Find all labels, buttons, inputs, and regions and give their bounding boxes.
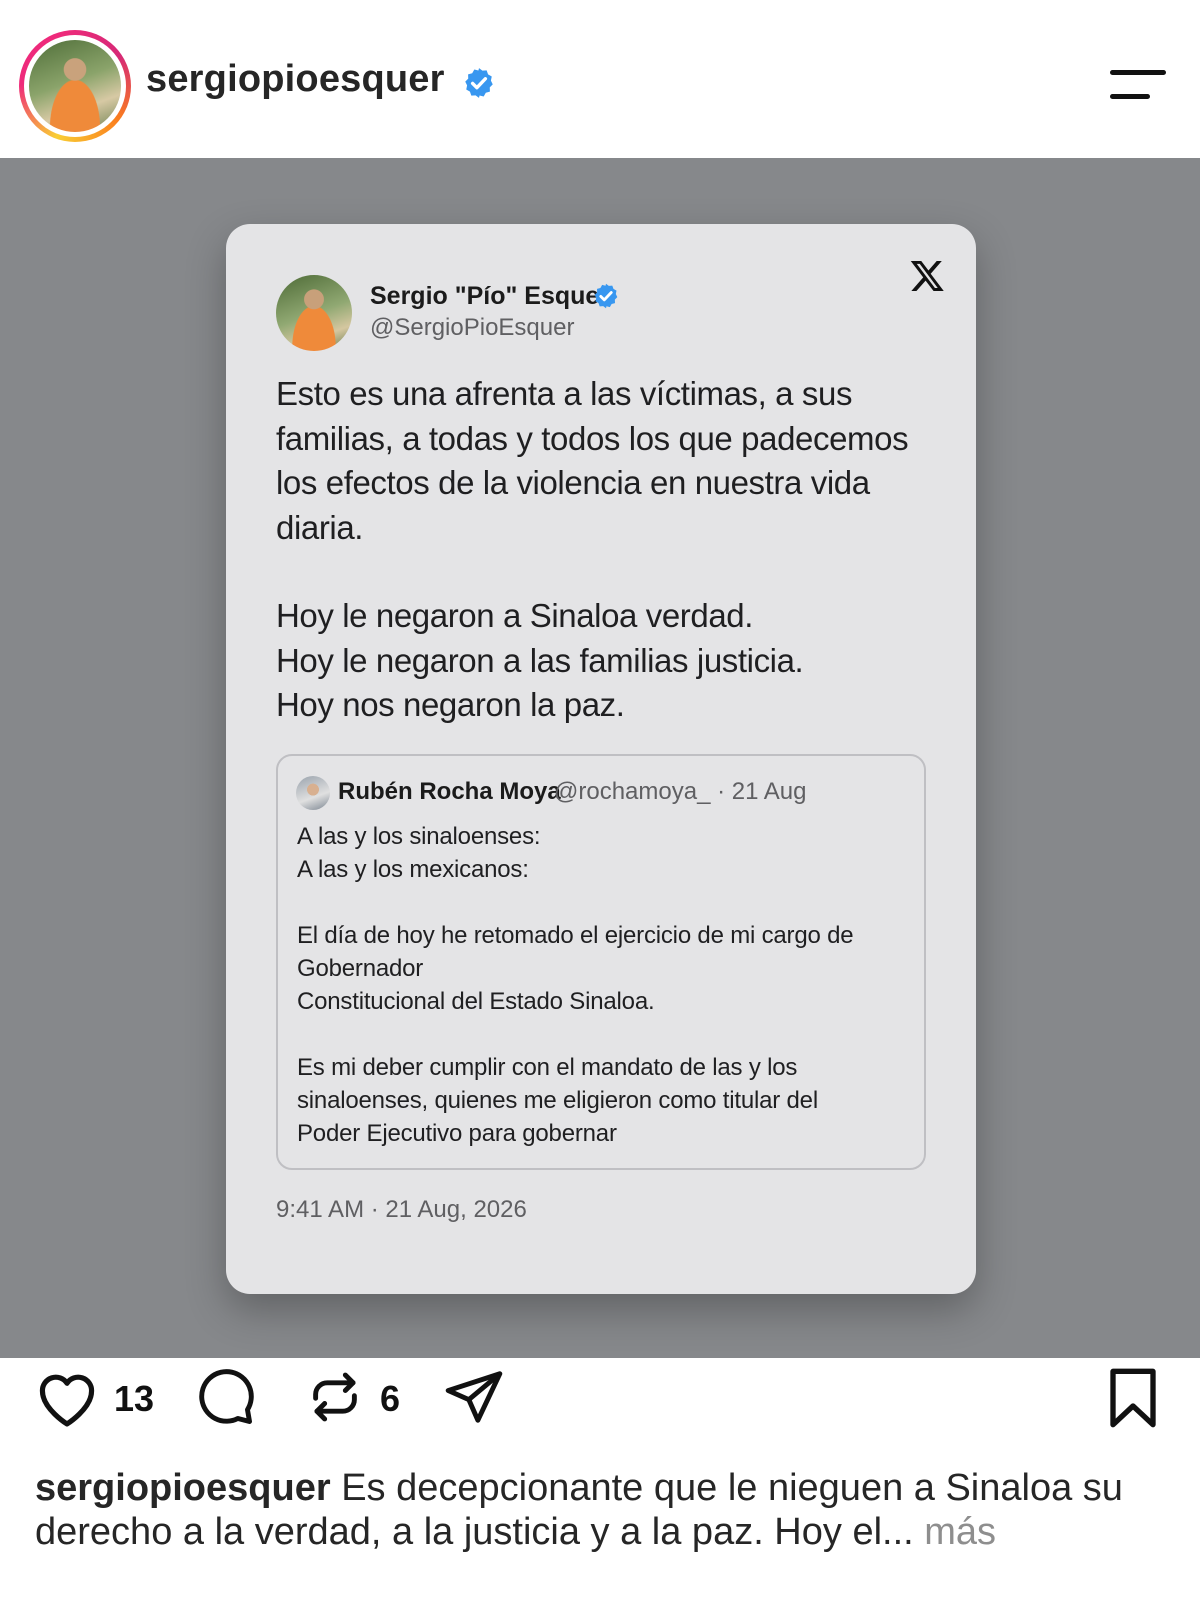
tweet-author-avatar	[276, 275, 352, 351]
tweet-line: Hoy nos negaron la paz.	[276, 686, 625, 723]
quote-line: Es mi deber cumplir con el mandato de la…	[297, 1054, 798, 1081]
heart-icon[interactable]	[34, 1368, 100, 1428]
send-icon[interactable]	[442, 1366, 506, 1428]
post-header: sergiopioesquer	[0, 0, 1200, 158]
quote-line: Poder Ejecutivo para gobernar	[297, 1120, 617, 1147]
avatar-photo	[29, 40, 121, 132]
post-image: Sergio "Pío" Esquer @SergioPioEsquer Est…	[0, 158, 1200, 1358]
quoted-author-avatar	[296, 776, 330, 810]
tweet-author-name: Sergio "Pío" Esquer	[370, 282, 610, 310]
quote-line: A las y los sinaloenses:	[297, 823, 541, 850]
quote-line: sinaloenses, quienes me eligieron como t…	[297, 1087, 818, 1114]
profile-avatar[interactable]	[19, 30, 131, 142]
post-caption: sergiopioesquer Es decepcionante que le …	[35, 1466, 1175, 1554]
tweet-paragraph: Esto es una afrenta a las víctimas, a su…	[276, 375, 909, 546]
verified-badge-icon	[465, 68, 493, 98]
x-logo-icon	[910, 261, 944, 291]
bookmark-icon[interactable]	[1104, 1366, 1162, 1430]
quote-line: Gobernador	[297, 955, 424, 982]
tweet-card: Sergio "Pío" Esquer @SergioPioEsquer Est…	[226, 224, 976, 1294]
tweet-verified-badge-icon	[594, 283, 618, 309]
repost-icon[interactable]	[304, 1366, 366, 1428]
quote-line: A las y los mexicanos:	[297, 856, 529, 883]
tweet-line: Hoy le negaron a Sinaloa verdad.	[276, 597, 754, 634]
comment-icon[interactable]	[194, 1366, 256, 1428]
quoted-author-name: Rubén Rocha Moya	[338, 778, 561, 805]
header-username[interactable]: sergiopioesquer	[146, 58, 445, 101]
like-count[interactable]: 13	[114, 1378, 154, 1420]
quoted-author-meta: @rochamoya_ · 21 Aug	[554, 778, 807, 805]
caption-more-link[interactable]: más	[924, 1511, 996, 1553]
quote-line: Constitucional del Estado Sinaloa.	[297, 988, 655, 1015]
tweet-line: Hoy le negaron a las familias justicia.	[276, 641, 804, 679]
tweet-author-handle: @SergioPioEsquer	[370, 314, 575, 341]
caption-username[interactable]: sergiopioesquer	[35, 1467, 331, 1509]
quoted-tweet-text: A las y los sinaloenses: A las y los mex…	[297, 820, 897, 1150]
tweet-timestamp: 9:41 AM · 21 Aug, 2026	[276, 1196, 527, 1223]
quoted-tweet: Rubén Rocha Moya @rochamoya_ · 21 Aug A …	[276, 754, 926, 1170]
post-actions-bar: 13 6	[0, 1358, 1200, 1458]
repost-count[interactable]: 6	[380, 1378, 400, 1420]
hamburger-menu-icon[interactable]	[1108, 68, 1166, 104]
quote-line: El día de hoy he retomado el ejercicio d…	[297, 922, 854, 949]
tweet-text: Esto es una afrenta a las víctimas, a su…	[276, 372, 916, 728]
